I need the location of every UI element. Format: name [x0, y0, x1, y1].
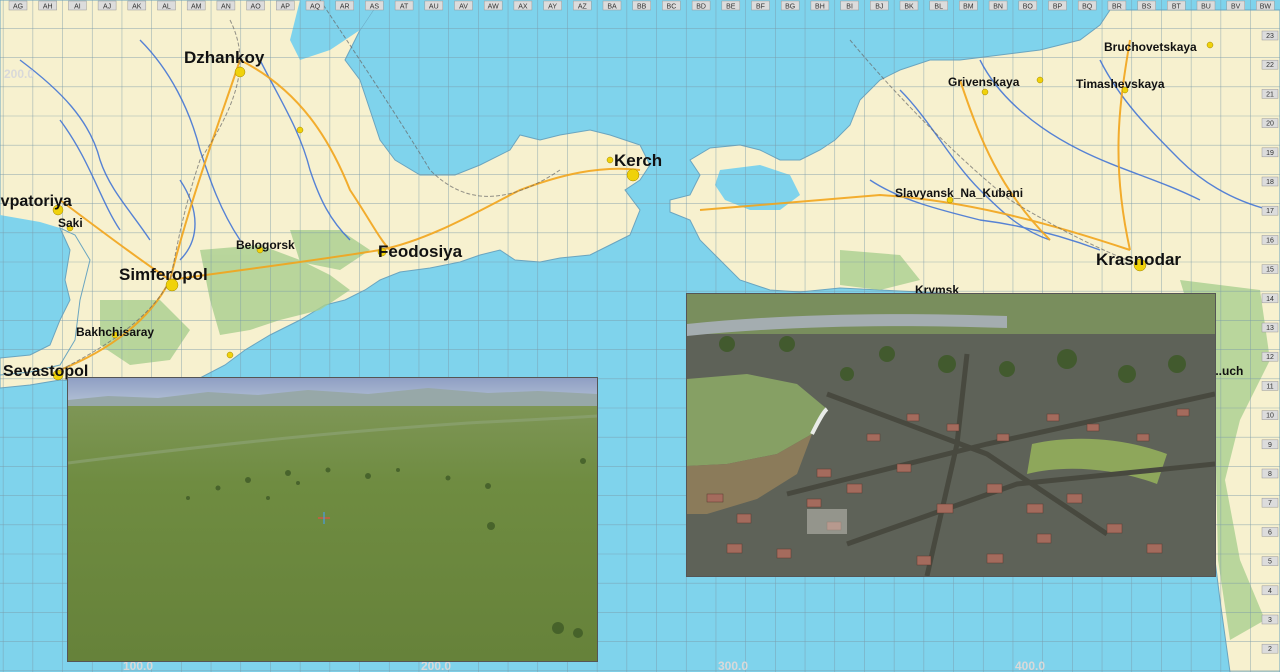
- coord-label: 200.0: [4, 67, 34, 81]
- grid-row-label: 5: [1268, 559, 1272, 566]
- grassland-image: [68, 378, 597, 661]
- grid-column-label: AI: [74, 4, 81, 11]
- grid-row-label: 7: [1268, 500, 1272, 507]
- city-grivenskaya[interactable]: Grivenskaya: [948, 75, 1020, 89]
- grid-row-label: 22: [1266, 62, 1274, 69]
- grid-column-label: AH: [43, 4, 53, 11]
- city-timashevskaya[interactable]: Timashevskaya: [1076, 77, 1165, 91]
- city-feodosiya[interactable]: Feodosiya: [378, 242, 463, 261]
- city-simferopol[interactable]: Simferopol: [119, 265, 208, 284]
- grid-row-label: 8: [1268, 471, 1272, 478]
- grid-column-label: AS: [370, 4, 380, 11]
- city-saki[interactable]: Saki: [58, 216, 83, 230]
- grid-column-label: BW: [1260, 4, 1272, 11]
- grid-column-label: AN: [221, 4, 231, 11]
- grid-column-label: BK: [904, 4, 914, 11]
- grid-column-label: BQ: [1082, 4, 1093, 11]
- grid-column-label: BC: [667, 4, 677, 11]
- grid-column-label: BD: [696, 4, 706, 11]
- grid-row-label: 4: [1268, 588, 1272, 595]
- grid-row-label: 10: [1266, 413, 1274, 420]
- city-bruchovetskaya[interactable]: Bruchovetskaya: [1104, 40, 1197, 54]
- grid-column-label: AX: [518, 4, 528, 11]
- grid-row-label: 11: [1266, 383, 1273, 390]
- city-krasnodar[interactable]: Krasnodar: [1096, 250, 1181, 269]
- grid-column-label: BG: [785, 4, 795, 11]
- grid-row-label: 2: [1268, 646, 1272, 653]
- grid-column-label: BN: [993, 4, 1003, 11]
- grid-column-label: AO: [251, 4, 262, 11]
- grassland-view: [67, 377, 598, 662]
- grid-row-label: 17: [1266, 208, 1274, 215]
- grid-column-label: BJ: [875, 4, 883, 11]
- grid-row-label: 6: [1268, 529, 1272, 536]
- grid-row-label: 18: [1266, 179, 1274, 186]
- coord-label: 300.0: [718, 659, 748, 672]
- grid-row-label: 20: [1266, 121, 1274, 128]
- city-slavyansk[interactable]: Slavyansk_Na_Kubani: [895, 186, 1023, 200]
- grid-column-label: AQ: [310, 4, 321, 11]
- grid-column-label: BV: [1231, 4, 1241, 11]
- grid-column-label: AY: [548, 4, 557, 11]
- grid-column-label: BA: [607, 4, 617, 11]
- grid-column-label: BI: [846, 4, 853, 11]
- grid-column-label: BO: [1023, 4, 1034, 11]
- grid-column-label: BU: [1201, 4, 1211, 11]
- coord-label: 400.0: [1015, 659, 1045, 672]
- grid-column-label: AZ: [578, 4, 588, 11]
- grid-column-label: BR: [1112, 4, 1122, 11]
- grid-row-label: 13: [1266, 325, 1274, 332]
- grid-column-label: BM: [963, 4, 974, 11]
- grid-column-label: BE: [726, 4, 736, 11]
- grid-row-label: 15: [1266, 267, 1274, 274]
- grid-column-label: BP: [1053, 4, 1063, 11]
- grid-column-label: AJ: [103, 4, 111, 11]
- grid-column-label: BB: [637, 4, 647, 11]
- grid-column-label: BH: [815, 4, 825, 11]
- grid-row-label: 14: [1266, 296, 1274, 303]
- city-evpatoriya[interactable]: Evpatoriya: [0, 193, 72, 210]
- grid-column-label: BL: [934, 4, 943, 11]
- grid-row-label: 3: [1268, 617, 1272, 624]
- grid-column-label: AG: [13, 4, 23, 11]
- grid-column-label: AP: [281, 4, 291, 11]
- grid-row-label: 12: [1266, 354, 1274, 361]
- grid-column-label: BF: [756, 4, 765, 11]
- grid-row-label: 9: [1268, 442, 1272, 449]
- grid-column-label: AV: [459, 4, 468, 11]
- town-view: [686, 293, 1216, 577]
- city-dzhankoy[interactable]: Dzhankoy: [184, 48, 265, 67]
- city-belogorsk[interactable]: Belogorsk: [236, 238, 295, 252]
- city-bakhchisaray[interactable]: Bakhchisaray: [76, 325, 154, 339]
- grid-row-label: 23: [1266, 33, 1274, 40]
- grid-row-label: 19: [1266, 150, 1274, 157]
- city-kerch[interactable]: Kerch: [614, 151, 662, 170]
- grid-column-label: AU: [429, 4, 439, 11]
- town-image: [687, 294, 1215, 576]
- grid-column-label: BS: [1142, 4, 1152, 11]
- grid-row-label: 21: [1266, 91, 1274, 98]
- grid-column-labels: AG AH AI AJ AK AL AM AN AO AP AQ AR AS AT AU AV AW AX AY AZ…: [8, 0, 1275, 11]
- grid-column-label: AT: [400, 4, 409, 11]
- grid-column-label: AK: [132, 4, 142, 11]
- grid-row-label: 16: [1266, 237, 1274, 244]
- grid-column-label: AR: [340, 4, 350, 11]
- grid-column-label: AM: [191, 4, 202, 11]
- city-partial-uch[interactable]: ...uch: [1212, 364, 1243, 378]
- grid-column-label: BT: [1172, 4, 1182, 11]
- grid-column-label: AW: [488, 4, 499, 11]
- grid-column-label: AL: [162, 4, 171, 11]
